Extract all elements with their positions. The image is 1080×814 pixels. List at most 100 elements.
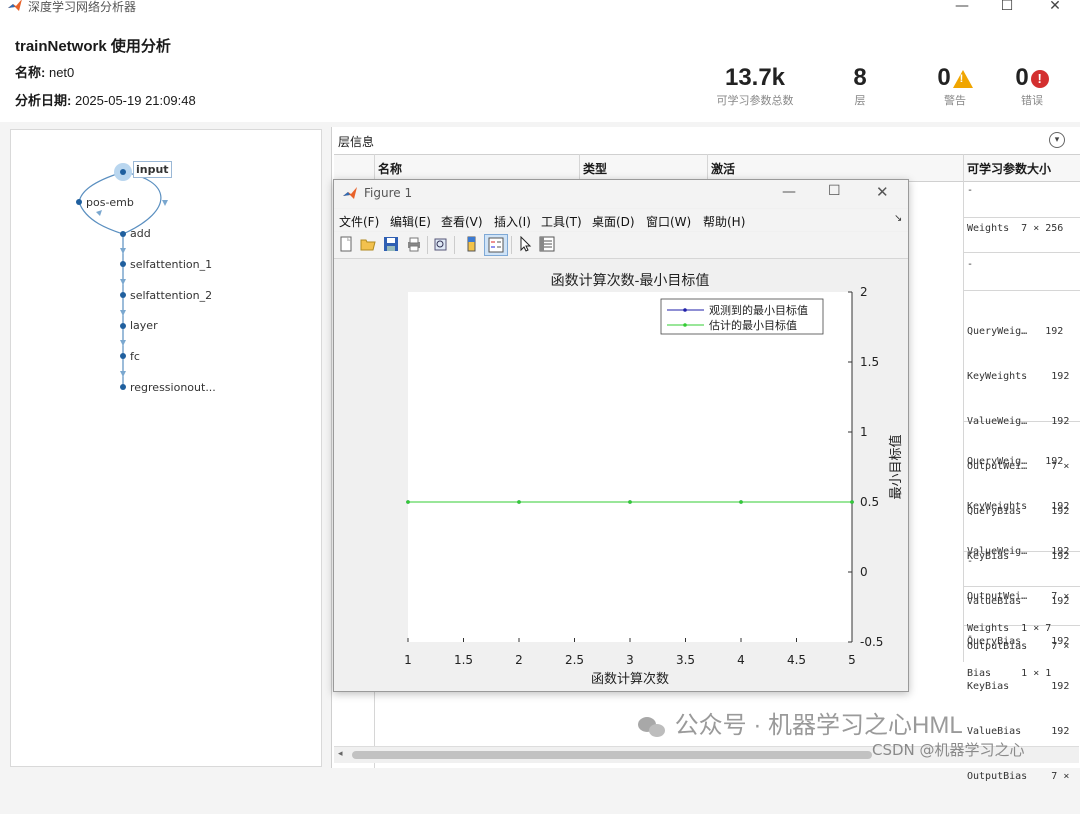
graph-node-fc[interactable]: fc	[130, 350, 140, 363]
y-tick-label: 0.5	[860, 495, 879, 509]
network-name-value: net0	[48, 65, 75, 80]
table-row-regression-params: -	[967, 631, 974, 642]
watermark-sub: CSDN @机器学习之心	[872, 741, 1025, 759]
graph-node-selfattention-2[interactable]: selfattention_2	[130, 289, 212, 302]
data-point	[406, 500, 410, 504]
graph-node-add[interactable]: add	[130, 227, 151, 240]
open-file-icon[interactable]	[360, 236, 376, 252]
graph-node-input[interactable]: input	[133, 161, 172, 178]
stat-warnings[interactable]: 0! 警告	[920, 64, 990, 108]
learnables-count: 13.7k	[724, 64, 786, 91]
chart[interactable]: 1 1.5 2 2.5 3 3.5 4 4.5 5 2 1.5 1 0.5 0 -0.5 函数计算次数-最…	[334, 259, 908, 690]
app-title-bar: 深度学习网络分析器 — ☐ ✕	[0, 0, 1080, 20]
colorbar-icon[interactable]	[464, 236, 480, 252]
plot-area[interactable]	[408, 292, 852, 642]
graph-node-regressionoutput[interactable]: regressionout...	[130, 381, 216, 394]
dock-arrow-icon[interactable]: ↘	[894, 213, 902, 224]
column-header-name[interactable]: 名称	[378, 160, 402, 177]
layers-count: 8	[853, 64, 867, 91]
column-header-type[interactable]: 类型	[583, 160, 607, 177]
menu-desktop[interactable]: 桌面(D)	[592, 213, 635, 230]
legend-icon	[488, 237, 504, 253]
figure-minimize-icon[interactable]: —	[782, 184, 796, 200]
param-line: ValueBias 192	[967, 726, 1070, 737]
figure-title-bar[interactable]: Figure 1 — ☐ ✕	[334, 180, 908, 208]
collapse-chevron-icon[interactable]: ▾	[1049, 132, 1065, 148]
figure-close-icon[interactable]: ✕	[876, 183, 889, 201]
param-line: QueryWeig… 192	[967, 326, 1064, 337]
param-line: Bias 1 × 1	[967, 668, 1052, 679]
figure-canvas: 1 1.5 2 2.5 3 3.5 4 4.5 5 2 1.5 1 0.5 0 -0.5 函数计算次数-最…	[334, 259, 908, 690]
menu-file[interactable]: 文件(F)	[339, 213, 379, 230]
x-tick-label: 4	[737, 653, 745, 667]
layer-info-title: 层信息	[338, 135, 375, 149]
x-axis-label: 函数计算次数	[591, 671, 669, 687]
maximize-icon[interactable]: ☐	[985, 0, 1029, 16]
learnables-label: 可学习参数总数	[716, 94, 794, 107]
save-icon[interactable]	[383, 236, 399, 252]
y-tick-label: 1	[860, 425, 868, 439]
figure-window[interactable]: Figure 1 — ☐ ✕ 文件(F) 编辑(E) 查看(V) 插入(I) 工…	[333, 179, 909, 692]
network-graph-panel[interactable]: input pos-emb add selfattention_1 selfat…	[10, 129, 322, 767]
minimize-icon[interactable]: —	[940, 0, 984, 16]
data-point	[628, 500, 632, 504]
graph-node-layer[interactable]: layer	[130, 319, 158, 332]
column-header-activation[interactable]: 激活	[711, 160, 735, 177]
stat-errors[interactable]: 0! 错误	[1000, 64, 1064, 108]
analysis-title: trainNetwork 使用分析	[15, 38, 171, 55]
y-axis-label: 最小目标值	[888, 434, 904, 499]
link-plot-icon[interactable]	[433, 236, 449, 252]
menu-window[interactable]: 窗口(W)	[646, 213, 691, 230]
property-inspector-icon[interactable]	[539, 236, 555, 252]
watermark-main: 公众号 · 机器学习之心HML	[638, 705, 963, 740]
graph-node-pos-emb[interactable]: pos-emb	[86, 196, 134, 209]
analysis-date-label: 分析日期:	[15, 93, 72, 108]
errors-count: 0	[1015, 64, 1029, 91]
data-point	[850, 500, 854, 504]
print-icon[interactable]	[406, 236, 422, 252]
y-axis-ticks: 2 1.5 1 0.5 0 -0.5	[848, 285, 883, 649]
stat-layers: 8 层	[835, 64, 885, 108]
analysis-date-row: 分析日期: 2025-05-19 21:09:48	[15, 90, 196, 109]
x-tick-label: 2	[515, 653, 523, 667]
error-icon: !	[1030, 69, 1049, 88]
stat-learnables: 13.7k 可学习参数总数	[700, 64, 810, 108]
wechat-icon	[638, 715, 668, 739]
y-tick-label: 2	[860, 285, 868, 299]
warning-icon: !	[952, 69, 973, 88]
analysis-header: trainNetwork 使用分析 名称: net0 分析日期: 2025-05…	[0, 20, 1080, 122]
y-tick-label: 0	[860, 565, 868, 579]
x-tick-label: 1	[404, 653, 412, 667]
scrollbar-thumb[interactable]	[352, 751, 872, 759]
x-tick-label: 3	[626, 653, 634, 667]
graph-node-selfattention-1[interactable]: selfattention_1	[130, 258, 212, 271]
legend-label-observed: 观测到的最小目标值	[709, 303, 808, 317]
x-axis-ticks: 1 1.5 2 2.5 3 3.5 4 4.5 5	[404, 638, 856, 667]
figure-maximize-icon[interactable]: ☐	[828, 183, 841, 199]
menu-edit[interactable]: 编辑(E)	[390, 213, 431, 230]
figure-menu-bar: 文件(F) 编辑(E) 查看(V) 插入(I) 工具(T) 桌面(D) 窗口(W…	[334, 209, 908, 231]
param-line: OutputBias 7 ×	[967, 771, 1070, 782]
data-point	[739, 500, 743, 504]
matlab-logo-icon	[343, 187, 357, 199]
menu-help[interactable]: 帮助(H)	[703, 213, 745, 230]
menu-insert[interactable]: 插入(I)	[494, 213, 531, 230]
layers-label: 层	[854, 94, 866, 107]
menu-view[interactable]: 查看(V)	[441, 213, 483, 230]
x-tick-label: 4.5	[787, 653, 806, 667]
param-line: KeyWeights 192	[967, 501, 1070, 512]
menu-tools[interactable]: 工具(T)	[541, 213, 582, 230]
chart-legend[interactable]: 观测到的最小目标值 估计的最小目标值	[660, 298, 824, 335]
param-line: Weights 1 × 7	[967, 623, 1052, 634]
close-icon[interactable]: ✕	[1033, 0, 1077, 16]
y-tick-label: 1.5	[860, 355, 879, 369]
x-tick-label: 1.5	[454, 653, 473, 667]
legend-toggle-button[interactable]	[484, 234, 508, 256]
network-graph[interactable]	[11, 130, 321, 766]
network-name-row: 名称: net0	[15, 62, 74, 81]
column-header-learnables[interactable]: 可学习参数大小	[967, 160, 1051, 177]
new-figure-icon[interactable]	[338, 236, 354, 252]
pointer-icon[interactable]	[517, 236, 533, 252]
data-point	[517, 500, 521, 504]
scroll-left-icon[interactable]: ◂	[338, 749, 343, 759]
